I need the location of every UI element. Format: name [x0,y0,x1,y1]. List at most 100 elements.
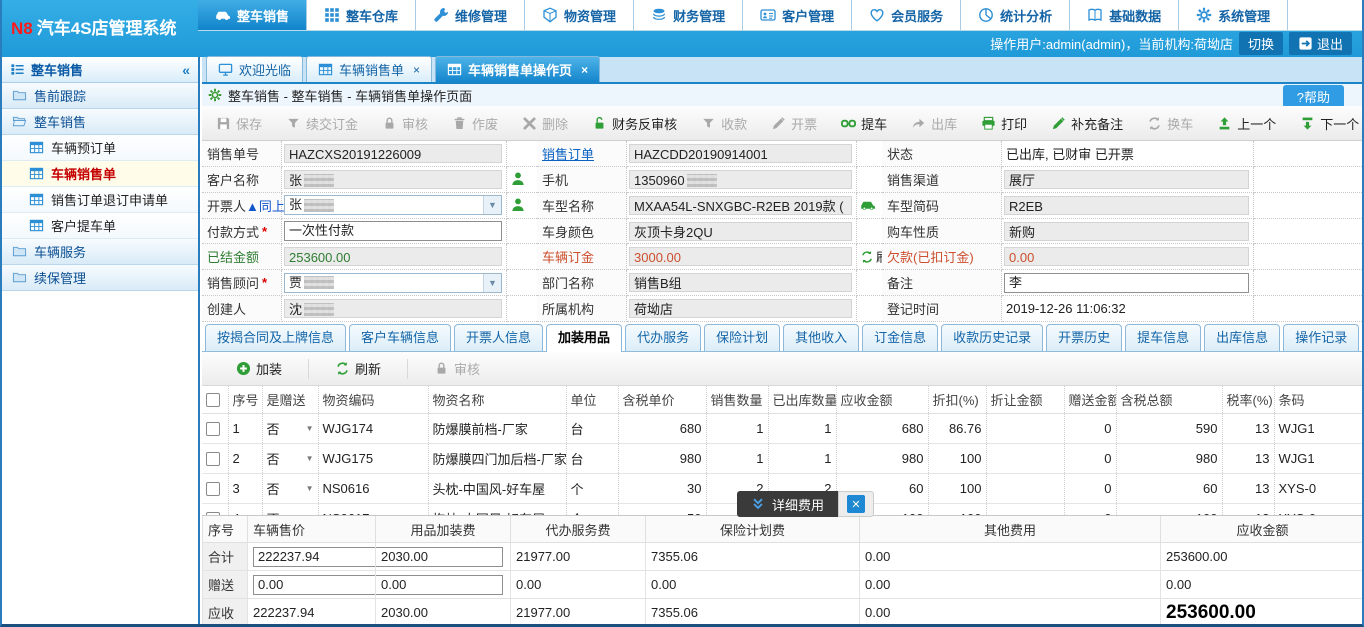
nav-item-系统管理[interactable]: 系统管理 [1179,0,1288,30]
nav-item-会员服务[interactable]: 会员服务 [852,0,961,30]
nav-item-基础数据[interactable]: 基础数据 [1070,0,1179,30]
person-icon [510,197,526,213]
field-销售顾问[interactable]: 贾▼ [284,273,502,293]
cell-allowance [986,504,1064,516]
doc-tab-欢迎光临[interactable]: 欢迎光临 [206,56,303,82]
field-label: 购车性质 [887,222,939,241]
nav-item-物资管理[interactable]: 物资管理 [525,0,634,30]
nav-item-label: 客户管理 [782,6,834,25]
field-开票人[interactable]: 张▼ [284,195,502,215]
detail-tab-操作记录[interactable]: 操作记录 [1283,324,1359,351]
user-info-text: 操作用户:admin(admin)，当前机构:荷坳店 [990,34,1233,53]
detail-tab-订金信息[interactable]: 订金信息 [862,324,938,351]
chevron-down-icon[interactable]: ▼ [306,484,314,493]
user-bar: 操作用户:admin(admin)，当前机构:荷坳店 切换 退出 [990,32,1352,54]
summary-cell-agency_fee: 21977.00 [511,599,646,627]
detail-tab-加装用品[interactable]: 加装用品 [546,324,622,352]
form-value-欠款(已扣订金): 0.00 [1002,244,1254,270]
doc-tab-车辆销售单[interactable]: 车辆销售单× [306,56,432,82]
detail-tab-收款历史记录[interactable]: 收款历史记录 [941,324,1043,351]
field-label: 开票人 [207,196,246,215]
toolbar-button-补充备注[interactable]: 补充备注 [1041,111,1133,135]
required-star: * [262,224,267,239]
logout-button[interactable]: 退出 [1289,32,1352,55]
row-checkbox[interactable] [206,452,220,466]
cell-gift[interactable]: 否▼ [262,444,318,474]
sidebar-item-车辆服务[interactable]: 车辆服务 [2,239,198,265]
help-button[interactable]: ?帮助 [1283,85,1344,108]
field-label: 手机 [542,170,568,189]
form-icon-cell [507,244,537,270]
gift-value: 否 [267,422,280,437]
toolbar-button-收款: 收款 [691,111,757,135]
sidebar-item-车辆预订单[interactable]: 车辆预订单 [2,135,198,161]
sidebar-item-整车销售[interactable]: 整车销售 [2,109,198,135]
detail-fee-bar[interactable]: 详细费用 [737,491,838,517]
form-label-登记时间: 登记时间 [882,296,1002,322]
doc-tab-车辆销售单操作页[interactable]: 车辆销售单操作页× [435,56,600,82]
toolbar-button-上一个[interactable]: 上一个 [1207,111,1286,135]
row-checkbox[interactable] [206,422,220,436]
form-value-状态: 已出库, 已财审 已开票 [1002,141,1254,167]
nav-item-财务管理[interactable]: 财务管理 [634,0,743,30]
toolbar-button-打印[interactable]: 打印 [971,111,1037,135]
form-icon-cell [1254,244,1362,270]
form-value-车身颜色: 灰顶卡身2QU [627,219,857,245]
toolbar-button-下一个[interactable]: 下一个 [1290,111,1364,135]
sidebar-item-续保管理[interactable]: 续保管理 [2,265,198,291]
form-icon-cell [507,193,537,219]
detail-tab-客户车辆信息[interactable]: 客户车辆信息 [349,324,451,351]
nav-item-整车仓库[interactable]: 整车仓库 [307,0,416,30]
toolbar-button-label: 删除 [542,114,568,133]
detail-tab-提车信息[interactable]: 提车信息 [1125,324,1201,351]
detail-tab-代办服务[interactable]: 代办服务 [625,324,701,351]
detail-fee-popup: 详细费用 ✕ [737,491,874,517]
detail-tab-出库信息[interactable]: 出库信息 [1204,324,1280,351]
toolbar-button-label: 提车 [861,114,887,133]
chevron-down-icon[interactable]: ▼ [306,424,314,433]
cell-gift[interactable]: 否▼ [262,474,318,504]
sidebar-item-label: 续保管理 [34,268,86,287]
toolbar-button-财务反审核[interactable]: 财务反审核 [582,111,687,135]
sidebar-item-销售订单退订申请单[interactable]: 销售订单退订申请单 [2,187,198,213]
cell-gift[interactable]: 否▼ [262,504,318,516]
detail-tab-开票人信息[interactable]: 开票人信息 [454,324,543,351]
same-as-above-link[interactable]: ▲同上 [246,196,285,215]
cell-code: WJG175 [318,444,428,474]
row-checkbox[interactable] [206,482,220,496]
toolbar-button-提车[interactable]: 提车 [831,111,897,135]
accessories-toolbar-button-加装[interactable]: 加装 [212,357,306,381]
sidebar-item-客户提车单[interactable]: 客户提车单 [2,213,198,239]
select-all-checkbox[interactable] [206,393,220,407]
sidebar-item-售前跟踪[interactable]: 售前跟踪 [2,83,198,109]
detail-tab-其他收入[interactable]: 其他收入 [783,324,859,351]
chevron-down-icon[interactable]: ▼ [483,274,501,292]
detail-tab-保险计划[interactable]: 保险计划 [704,324,780,351]
field-label: 车型名称 [542,196,594,215]
summary-column-保险计划费: 保险计划费 [646,516,860,543]
switch-org-button[interactable]: 切换 [1239,32,1283,55]
order-link[interactable]: 销售订单 [542,144,594,163]
field-付款方式[interactable]: 一次性付款 [284,221,502,241]
field-label: 备注 [887,273,913,292]
cell-gift[interactable]: 否▼ [262,414,318,444]
accessories-toolbar-button-刷新[interactable]: 刷新 [311,357,405,381]
detail-tab-开票历史[interactable]: 开票历史 [1046,324,1122,351]
close-icon[interactable]: ✕ [847,495,865,513]
chevron-down-icon[interactable]: ▼ [483,196,501,214]
cell-qty: 1 [706,444,768,474]
nav-item-统计分析[interactable]: 统计分析 [961,0,1070,30]
nav-item-客户管理[interactable]: 客户管理 [743,0,852,30]
detail-tab-按揭合同及上牌信息[interactable]: 按揭合同及上牌信息 [205,324,346,351]
nav-item-整车销售[interactable]: 整车销售 [198,0,307,30]
close-tab-icon[interactable]: × [413,63,420,77]
sidebar-item-车辆销售单[interactable]: 车辆销售单 [2,161,198,187]
chevron-down-icon[interactable]: ▼ [306,454,314,463]
sidebar-collapse-button[interactable]: « [182,62,190,78]
cell-unit: 台 [566,444,618,474]
field-备注[interactable]: 李 [1004,273,1249,293]
nav-item-维修管理[interactable]: 维修管理 [416,0,525,30]
close-tab-icon[interactable]: × [581,63,588,77]
summary-cell-receivable: 0.00 [1161,571,1364,599]
form-icon-cell [1254,141,1362,167]
